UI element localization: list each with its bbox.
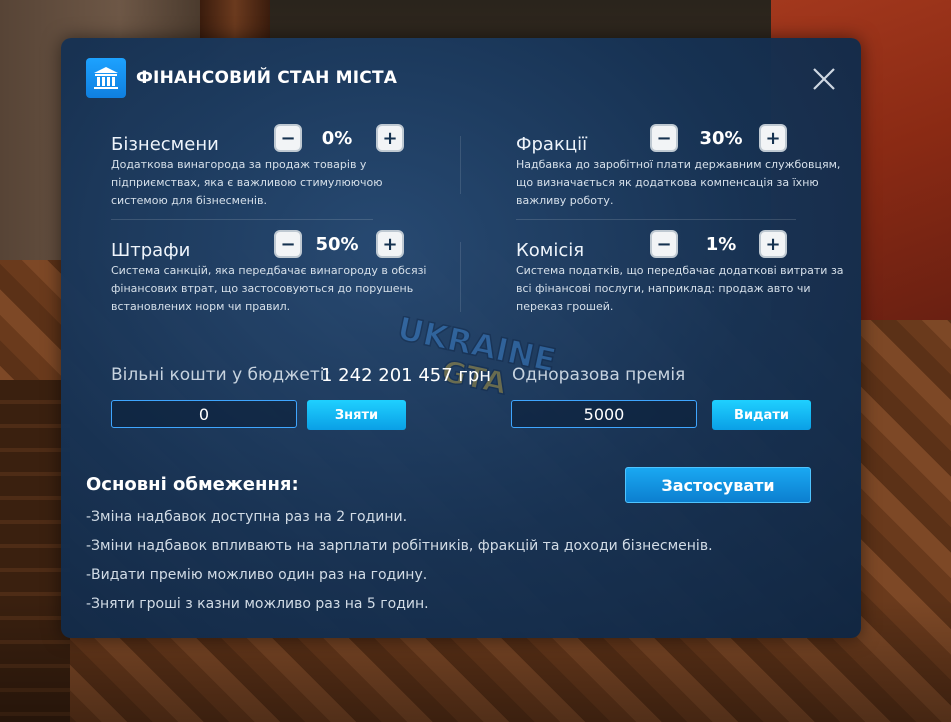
- setting-description: Система податків, що передбачає додатков…: [516, 264, 844, 313]
- apply-button[interactable]: Застосувати: [625, 467, 811, 503]
- decrease-button[interactable]: −: [274, 230, 302, 258]
- city-hall-icon: [86, 58, 126, 98]
- setting-value: 0%: [321, 128, 353, 149]
- decrease-button[interactable]: −: [650, 230, 678, 258]
- setting-label: Бізнесмени: [111, 134, 219, 155]
- row-divider: [516, 219, 796, 220]
- setting-label: Комісія: [516, 240, 585, 261]
- setting-label: Штрафи: [111, 240, 191, 261]
- setting-description: Додаткова винагорода за продаж товарів у…: [111, 158, 383, 207]
- setting-value: 50%: [315, 234, 359, 255]
- close-icon: [813, 68, 835, 90]
- row-divider: [111, 219, 373, 220]
- limit-item: -Зняти гроші з казни можливо раз на 5 го…: [86, 596, 429, 612]
- withdraw-button[interactable]: Зняти: [307, 400, 406, 430]
- column-divider: [460, 242, 461, 312]
- limit-item: -Зміна надбавок доступна раз на 2 години…: [86, 509, 408, 525]
- modal-header: ФІНАНСОВИЙ СТАН МІСТА: [86, 58, 397, 98]
- increase-button[interactable]: +: [376, 230, 404, 258]
- column-divider: [460, 136, 461, 194]
- decrease-button[interactable]: −: [274, 124, 302, 152]
- setting-description: Система санкцій, яка передбачає винагоро…: [111, 264, 427, 313]
- city-finance-modal: ФІНАНСОВИЙ СТАН МІСТА Бізнесмени − 0% + …: [61, 38, 861, 638]
- modal-title: ФІНАНСОВИЙ СТАН МІСТА: [136, 68, 398, 88]
- limits-title: Основні обмеження:: [86, 474, 299, 495]
- budget-label: Вільні кошти у бюджеті:: [111, 365, 331, 385]
- increase-button[interactable]: +: [759, 230, 787, 258]
- limit-item: -Зміни надбавок впливають на зарплати ро…: [86, 538, 713, 554]
- setting-description: Надбавка до заробітної плати державним с…: [516, 158, 841, 207]
- increase-button[interactable]: +: [759, 124, 787, 152]
- limit-item: -Видати премію можливо один раз на годин…: [86, 567, 428, 583]
- decrease-button[interactable]: −: [650, 124, 678, 152]
- close-button[interactable]: [811, 66, 837, 92]
- issue-bonus-button[interactable]: Видати: [712, 400, 811, 430]
- setting-value: 1%: [705, 234, 737, 255]
- bonus-label: Одноразова премія: [512, 365, 686, 385]
- budget-amount: 1 242 201 457 грн: [321, 365, 492, 386]
- bonus-amount-input[interactable]: 5000: [511, 400, 697, 428]
- withdraw-amount-input[interactable]: 0: [111, 400, 297, 428]
- setting-label: Фракції: [516, 134, 588, 155]
- increase-button[interactable]: +: [376, 124, 404, 152]
- setting-value: 30%: [699, 128, 743, 149]
